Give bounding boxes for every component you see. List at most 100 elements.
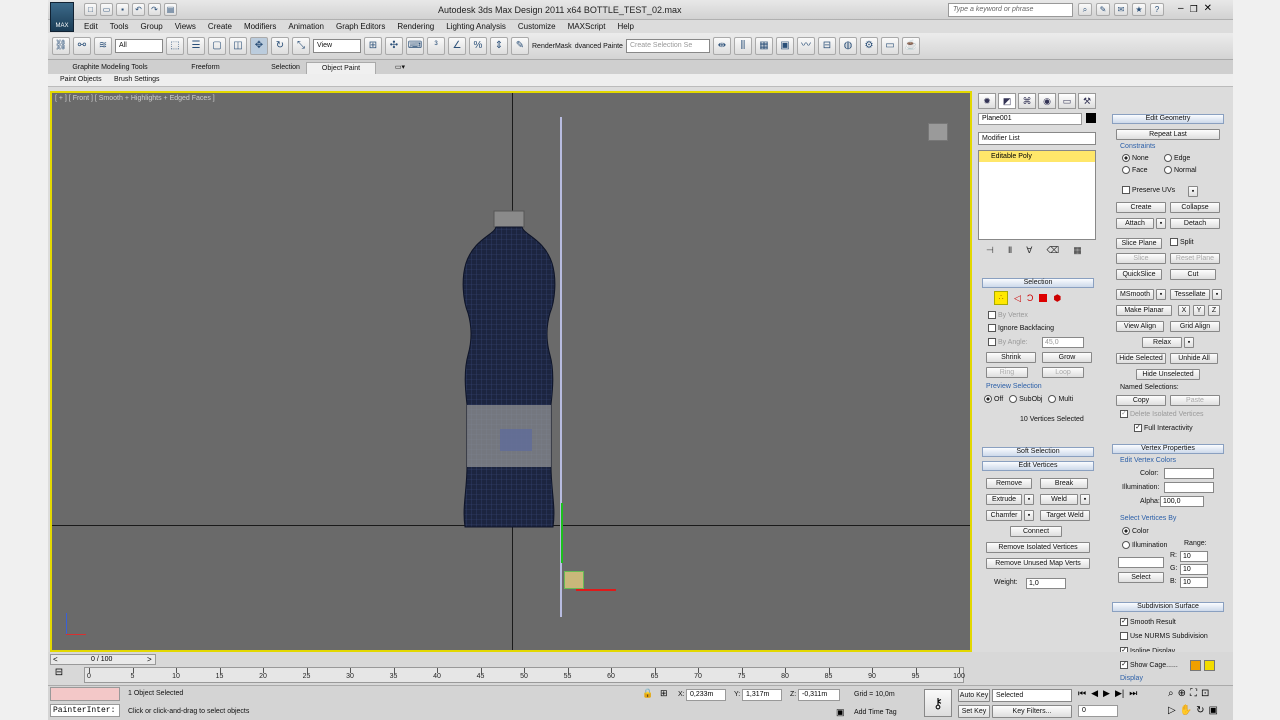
graphite-toggle-icon[interactable]: ▣ <box>775 37 794 55</box>
hide-selected-button[interactable]: Hide Selected <box>1116 353 1166 364</box>
by-angle-spinner[interactable]: 45,0 <box>1042 337 1084 348</box>
tab-freeform[interactable]: Freeform <box>168 62 243 74</box>
panel-paint-objects[interactable]: Paint Objects <box>60 76 102 83</box>
subscription-icon[interactable]: ✎ <box>1096 3 1110 16</box>
split-checkbox[interactable] <box>1170 238 1178 246</box>
alpha-spinner[interactable]: 100,0 <box>1160 496 1204 507</box>
create-tab-icon[interactable]: ✹ <box>978 93 996 109</box>
tab-graphite-modeling-tools[interactable]: Graphite Modeling Tools <box>60 62 160 74</box>
vertex-color-swatch[interactable] <box>1164 468 1214 479</box>
repeat-last-button[interactable]: Repeat Last <box>1116 129 1220 140</box>
remove-isolated-vertices-button[interactable]: Remove Isolated Vertices <box>986 542 1090 553</box>
time-tag-icon[interactable]: ▣ <box>836 707 845 718</box>
key-filters-button[interactable]: Key Filters... <box>992 705 1072 718</box>
grid-align-button[interactable]: Grid Align <box>1170 321 1220 332</box>
menu-item-maxscript[interactable]: MAXScript <box>562 20 612 33</box>
full-interactivity-checkbox[interactable]: ✓ <box>1134 424 1142 432</box>
subdivision-surface-rollout-header[interactable]: Subdivision Surface <box>1112 602 1224 612</box>
zoom-all-icon[interactable]: ⊕ <box>1178 688 1186 699</box>
hierarchy-tab-icon[interactable]: ⌘ <box>1018 93 1036 109</box>
constraint-normal-option[interactable]: Normal <box>1164 166 1197 174</box>
render-setup-icon[interactable]: ⚙ <box>859 37 878 55</box>
selection-filter-dropdown[interactable]: All <box>115 39 163 53</box>
zoom-extents-all-icon[interactable]: ⊡ <box>1201 688 1209 699</box>
align-icon[interactable]: ⫼ <box>733 37 752 55</box>
menu-item-create[interactable]: Create <box>202 20 238 33</box>
loop-button[interactable]: Loop <box>1042 367 1084 378</box>
zoom-extents-icon[interactable]: ⛶ <box>1190 688 1197 699</box>
favorites-icon[interactable]: ★ <box>1132 3 1146 16</box>
preserve-uvs-checkbox[interactable] <box>1122 186 1130 194</box>
cage-color-swatch-1[interactable] <box>1190 660 1201 671</box>
msmooth-settings-icon[interactable]: ▪ <box>1156 289 1166 300</box>
tab-object-paint[interactable]: Object Paint <box>306 62 376 74</box>
layer-manager-icon[interactable]: ▦ <box>754 37 773 55</box>
menu-item-modifiers[interactable]: Modifiers <box>238 20 282 33</box>
detach-button[interactable]: Detach <box>1170 218 1220 229</box>
minimize-icon[interactable]: – <box>1178 3 1184 15</box>
open-icon[interactable]: ▭ <box>100 3 113 16</box>
cage-color-swatch-2[interactable] <box>1204 660 1215 671</box>
menu-item-graph-editors[interactable]: Graph Editors <box>330 20 391 33</box>
spinner-snap-icon[interactable]: ⇕ <box>490 37 508 55</box>
smooth-result-checkbox[interactable]: ✓ <box>1120 618 1128 626</box>
constraint-edge-option[interactable]: Edge <box>1164 154 1190 162</box>
constraint-none-option[interactable]: None <box>1122 154 1149 162</box>
configure-modifier-sets-icon[interactable]: ▦ <box>1073 245 1082 256</box>
menu-item-edit[interactable]: Edit <box>78 20 104 33</box>
range-r-spinner[interactable]: 10 <box>1180 551 1208 562</box>
set-key-button[interactable]: Set Key <box>958 705 990 718</box>
show-cage-checkbox[interactable]: ✓ <box>1120 661 1128 669</box>
named-selection-set-dropdown[interactable]: Create Selection Se <box>625 39 710 53</box>
save-icon[interactable]: ▪ <box>116 3 129 16</box>
play-icon[interactable]: ▶ <box>1103 688 1110 699</box>
constraint-face-option[interactable]: Face <box>1122 166 1148 174</box>
select-button[interactable]: Select <box>1118 572 1164 583</box>
unlink-icon[interactable]: ⚯ <box>73 37 91 55</box>
polygon-mode-icon[interactable] <box>1039 294 1048 302</box>
menu-item-group[interactable]: Group <box>134 20 168 33</box>
preview-off-option[interactable]: Off <box>984 395 1003 403</box>
weld-settings-icon[interactable]: ▪ <box>1080 494 1090 505</box>
time-slider-next-icon[interactable]: > <box>147 655 152 664</box>
edit-named-selection-icon[interactable]: ✎ <box>511 37 529 55</box>
soft-selection-rollout-header[interactable]: Soft Selection <box>982 447 1094 457</box>
grow-button[interactable]: Grow <box>1042 352 1092 363</box>
by-angle-checkbox[interactable] <box>988 338 996 346</box>
panel-brush-settings[interactable]: Brush Settings <box>114 76 160 83</box>
go-to-start-icon[interactable]: ⏮ <box>1078 688 1086 699</box>
select-color-swatch[interactable] <box>1118 557 1164 568</box>
tessellate-button[interactable]: Tessellate <box>1170 289 1210 300</box>
bottle-mesh[interactable] <box>456 209 562 531</box>
target-weld-button[interactable]: Target Weld <box>1040 510 1090 521</box>
previous-frame-icon[interactable]: ◀ <box>1091 688 1098 699</box>
modify-tab-icon[interactable]: ◩ <box>998 93 1016 109</box>
copy-button[interactable]: Copy <box>1116 395 1166 406</box>
msmooth-button[interactable]: MSmooth <box>1116 289 1154 300</box>
preserve-uvs-settings-icon[interactable]: ▪ <box>1188 186 1198 197</box>
viewport-label[interactable]: [ + ] [ Front ] [ Smooth + Highlights + … <box>55 95 215 102</box>
menu-item-help[interactable]: Help <box>611 20 639 33</box>
edge-mode-icon[interactable]: ◁ <box>1014 293 1021 304</box>
bind-space-warp-icon[interactable]: ≋ <box>94 37 112 55</box>
reference-coordinate-dropdown[interactable]: View <box>313 39 361 53</box>
schematic-view-icon[interactable]: ⊟ <box>817 37 836 55</box>
weight-spinner[interactable]: 1,0 <box>1026 578 1066 589</box>
view-align-button[interactable]: View Align <box>1116 321 1164 332</box>
slice-plane-button[interactable]: Slice Plane <box>1116 238 1162 249</box>
communication-icon[interactable]: ✉ <box>1114 3 1128 16</box>
edit-geometry-rollout-header[interactable]: Edit Geometry <box>1112 114 1224 124</box>
time-slider-prev-icon[interactable]: < <box>53 655 58 664</box>
show-end-result-icon[interactable]: Ⅱ <box>1008 245 1012 256</box>
remove-modifier-icon[interactable]: ⌫ <box>1046 245 1059 256</box>
auto-key-button[interactable]: Auto Key <box>958 689 990 702</box>
select-scale-icon[interactable]: ⤡ <box>292 37 310 55</box>
attach-button[interactable]: Attach <box>1116 218 1154 229</box>
material-editor-icon[interactable]: ◍ <box>838 37 857 55</box>
render-production-icon[interactable]: ☕ <box>901 37 920 55</box>
extrude-button[interactable]: Extrude <box>986 494 1022 505</box>
window-crossing-icon[interactable]: ◫ <box>229 37 247 55</box>
rendered-frame-window-icon[interactable]: ▭ <box>880 37 899 55</box>
use-nurms-checkbox[interactable] <box>1120 632 1128 640</box>
front-viewport[interactable]: [ + ] [ Front ] [ Smooth + Highlights + … <box>50 91 972 652</box>
